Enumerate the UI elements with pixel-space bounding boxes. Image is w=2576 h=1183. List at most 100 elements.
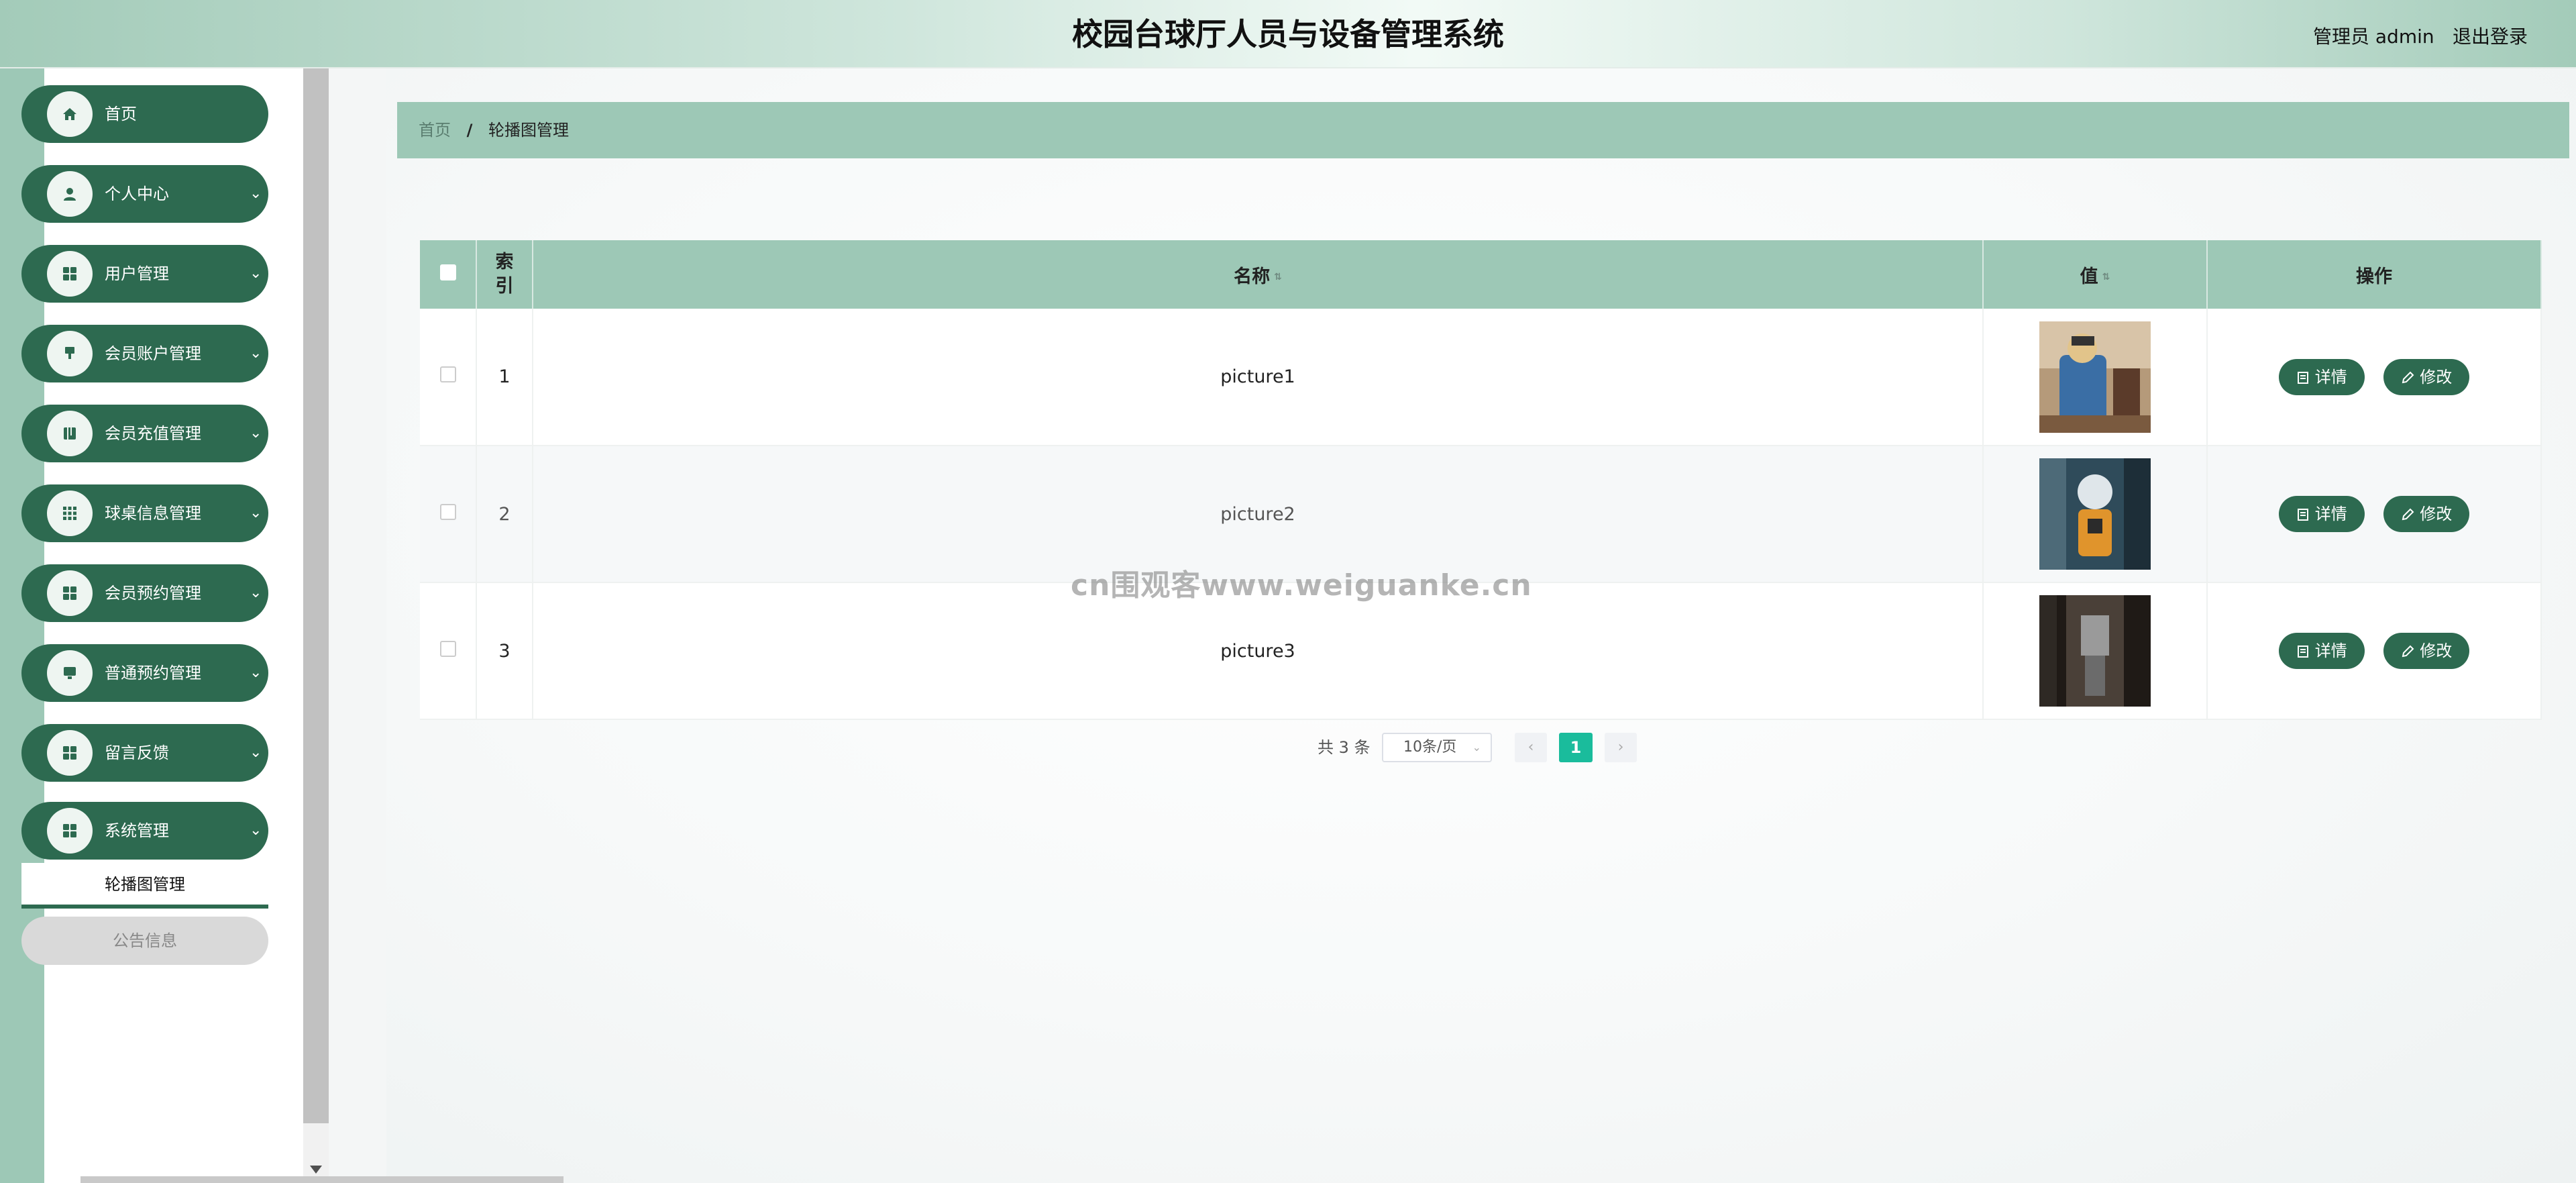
top-header: 校园台球厅人员与设备管理系统 管理员 admin 退出登录 [0, 0, 2576, 68]
edit-button-label: 修改 [2420, 505, 2453, 523]
column-header-index: 索引 [476, 240, 533, 309]
picture1-thumbnail[interactable] [2039, 321, 2151, 433]
sidebar-item-feedback[interactable]: 留言反馈 ⌄ [21, 724, 268, 782]
table-row: 1 picture1 详情 修改 [420, 309, 2542, 446]
detail-button[interactable]: 详情 [2278, 633, 2365, 669]
row-select-cell [420, 446, 477, 583]
column-header-label: 名称 [1234, 266, 1271, 287]
edit-button-label: 修改 [2420, 641, 2453, 660]
edit-button[interactable]: 修改 [2383, 633, 2470, 669]
column-header-label: 操作 [2356, 266, 2392, 287]
sidebar-item-personal-center[interactable]: 个人中心 ⌄ [21, 165, 268, 223]
chevron-down-icon: ⌄ [250, 822, 262, 839]
user-icon [47, 171, 93, 217]
grid-icon [47, 808, 93, 854]
book-icon [47, 411, 93, 456]
breadcrumb-current: 轮播图管理 [488, 121, 570, 140]
row-select-cell [420, 582, 477, 720]
row-index: 1 [476, 309, 533, 446]
scroll-down-arrow-icon[interactable] [310, 1166, 322, 1174]
chevron-down-icon: ⌄ [250, 584, 262, 601]
column-header-name[interactable]: 名称 ⇅ [533, 240, 1984, 309]
sidebar-item-label: 用户管理 [105, 264, 169, 283]
picture2-thumbnail[interactable] [2039, 458, 2151, 570]
sidebar-scrollbar[interactable] [303, 68, 329, 1183]
breadcrumb-home-link[interactable]: 首页 [419, 121, 451, 140]
edit-button[interactable]: 修改 [2383, 496, 2470, 532]
submenu-item-notice[interactable]: 公告信息 [21, 917, 268, 965]
breadcrumb: 首页 / 轮播图管理 [397, 102, 2569, 158]
page-number-button[interactable]: 1 [1559, 733, 1593, 762]
column-header-label: 索引 [495, 252, 514, 297]
detail-button-label: 详情 [2314, 505, 2347, 523]
sidebar-item-user-management[interactable]: 用户管理 ⌄ [21, 245, 268, 303]
row-name: picture1 [533, 309, 1984, 446]
carousel-table: 索引 名称 ⇅ 值 ⇅ 操作 1 picture1 详情 修改 2 pictur… [420, 240, 2542, 720]
row-checkbox[interactable] [439, 503, 456, 520]
row-actions: 详情 修改 [2207, 582, 2542, 720]
document-icon [2297, 509, 2308, 521]
chevron-down-icon: ⌄ [250, 505, 262, 521]
sidebar-item-label: 个人中心 [105, 185, 169, 203]
table-header-row: 索引 名称 ⇅ 值 ⇅ 操作 [420, 240, 2542, 309]
row-index: 3 [476, 582, 533, 720]
sidebar-edge-strip [0, 68, 44, 1183]
dots-grid-icon [47, 491, 93, 536]
chevron-down-icon: ⌄ [1472, 741, 1481, 754]
chevron-down-icon: ⌄ [250, 265, 262, 282]
sidebar-item-home[interactable]: 首页 [21, 85, 268, 143]
sidebar-item-label: 留言反馈 [105, 743, 169, 762]
detail-button[interactable]: 详情 [2278, 358, 2365, 395]
page-size-value: 10条/页 [1403, 739, 1457, 756]
pencil-icon [2402, 371, 2414, 383]
sidebar-item-normal-booking[interactable]: 普通预约管理 ⌄ [21, 644, 268, 702]
system-title: 校园台球厅人员与设备管理系统 [1072, 16, 1504, 52]
row-checkbox[interactable] [439, 640, 456, 657]
row-value [1983, 582, 2208, 720]
grid-icon [47, 730, 93, 776]
pencil-icon [2402, 508, 2414, 521]
pencil-icon [2402, 645, 2414, 658]
screen-icon [47, 650, 93, 696]
detail-button[interactable]: 详情 [2278, 496, 2365, 532]
sort-icon[interactable]: ⇅ [1274, 272, 1282, 282]
document-icon [2297, 646, 2308, 658]
sidebar-item-table-info[interactable]: 球桌信息管理 ⌄ [21, 484, 268, 542]
select-all-cell [420, 240, 477, 309]
sidebar-item-member-booking[interactable]: 会员预约管理 ⌄ [21, 564, 268, 622]
sidebar-item-label: 首页 [105, 105, 137, 123]
sidebar-item-label: 会员账户管理 [105, 344, 201, 363]
chevron-down-icon: ⌄ [250, 744, 262, 761]
current-user-label: 管理员 admin [2313, 25, 2434, 48]
sidebar-item-member-recharge[interactable]: 会员充值管理 ⌄ [21, 405, 268, 462]
sidebar [44, 68, 303, 1183]
app-window: 校园台球厅人员与设备管理系统 管理员 admin 退出登录 首页 个人中心 ⌄ … [0, 0, 2576, 1183]
logout-link[interactable]: 退出登录 [2453, 22, 2528, 49]
sidebar-item-system-management[interactable]: 系统管理 ⌄ [21, 802, 268, 860]
main-content: 首页 / 轮播图管理 索引 名称 ⇅ 值 ⇅ 操作 1 picture1 详情 … [386, 68, 2576, 1183]
page-size-select[interactable]: 10条/页 ⌄ [1382, 733, 1492, 762]
row-checkbox[interactable] [439, 366, 456, 382]
sidebar-item-label: 系统管理 [105, 821, 169, 840]
scrollbar-thumb[interactable] [303, 68, 329, 1123]
column-header-value[interactable]: 值 ⇅ [1983, 240, 2208, 309]
prev-page-button[interactable]: ‹ [1515, 733, 1547, 762]
document-icon [2297, 371, 2308, 384]
sort-icon[interactable]: ⇅ [2102, 272, 2110, 282]
next-page-button[interactable]: › [1605, 733, 1637, 762]
watermark-text: cn围观客www.weiguanke.cn [1071, 568, 1532, 603]
sidebar-item-label: 普通预约管理 [105, 664, 201, 682]
sidebar-item-member-account[interactable]: 会员账户管理 ⌄ [21, 325, 268, 382]
edit-button[interactable]: 修改 [2383, 358, 2470, 395]
picture3-thumbnail[interactable] [2039, 595, 2151, 707]
home-icon [47, 91, 93, 137]
row-select-cell [420, 309, 477, 446]
horizontal-scrollbar[interactable] [80, 1176, 564, 1183]
grid-icon [47, 570, 93, 616]
submenu-item-carousel[interactable]: 轮播图管理 [21, 863, 268, 909]
sidebar-item-label: 会员预约管理 [105, 584, 201, 603]
select-all-checkbox[interactable] [439, 264, 456, 280]
detail-button-label: 详情 [2314, 367, 2347, 387]
chevron-down-icon: ⌄ [250, 664, 262, 681]
row-actions: 详情 修改 [2207, 309, 2542, 446]
